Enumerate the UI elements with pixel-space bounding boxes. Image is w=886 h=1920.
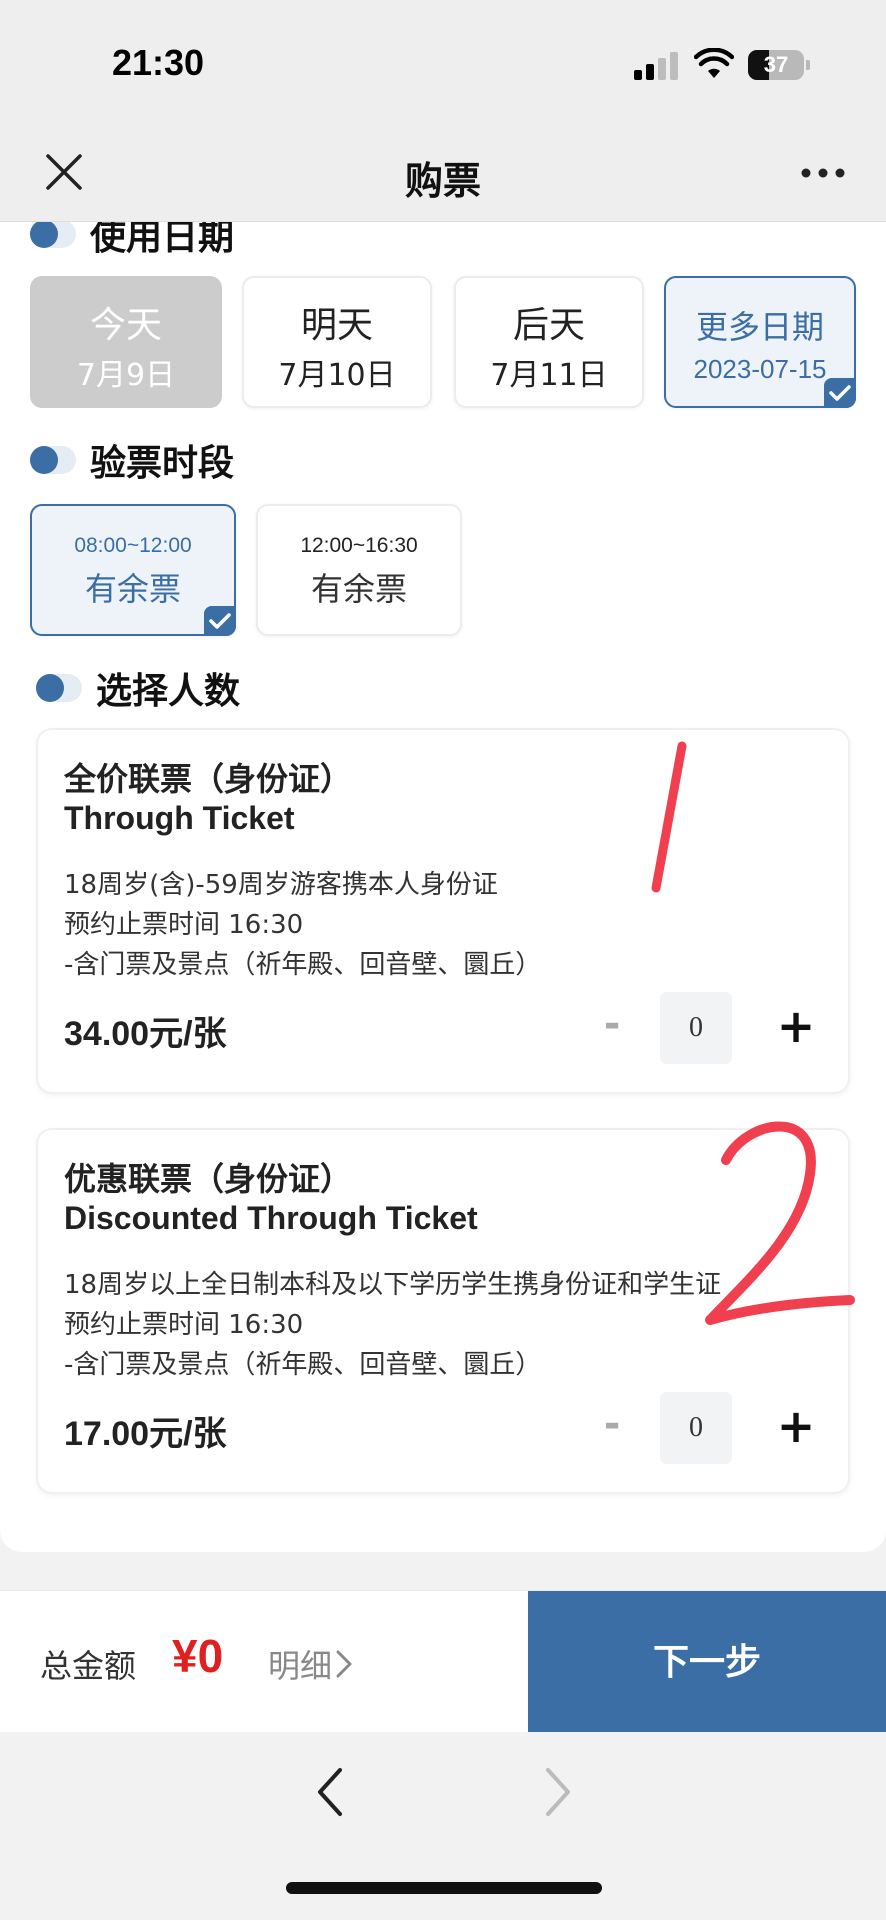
more-icon[interactable] <box>800 166 846 180</box>
ticket-name-en: Discounted Through Ticket <box>64 1200 478 1236</box>
check-icon <box>204 606 236 636</box>
nav-bar: 购票 <box>0 130 886 222</box>
wifi-icon <box>694 48 734 78</box>
date-option-date: 7月10日 <box>278 358 396 393</box>
total-label: 总金额 <box>40 1647 137 1685</box>
back-icon[interactable] <box>310 1764 350 1820</box>
slot-time: 12:00~16:30 <box>300 534 418 557</box>
battery-icon: 37 <box>748 50 810 80</box>
checkout-bar: 总金额 ¥0 明细 下一步 <box>0 1590 886 1733</box>
date-option-date: 7月11日 <box>490 358 608 393</box>
ticket-includes: -含门票及景点（祈年殿、回音壁、圜丘） <box>64 950 542 980</box>
ticket-requirement: 18周岁以上全日制本科及以下学历学生携身份证和学生证 <box>64 1270 722 1300</box>
toggle-icon <box>30 222 76 248</box>
increase-button[interactable]: + <box>768 1394 824 1458</box>
slot-section-title: 验票时段 <box>30 434 234 486</box>
ticket-name: 优惠联票（身份证） <box>64 1160 353 1198</box>
toggle-icon <box>30 446 76 474</box>
section-title-text: 使用日期 <box>90 222 235 258</box>
ticket-includes: -含门票及景点（祈年殿、回音壁、圜丘） <box>64 1350 542 1380</box>
signal-icon <box>634 52 680 80</box>
forward-icon <box>546 1768 570 1816</box>
ticket-cutoff: 预约止票时间 16:30 <box>64 1310 304 1340</box>
decrease-button[interactable]: - <box>584 994 640 1054</box>
ticket-cutoff: 预约止票时间 16:30 <box>64 910 304 940</box>
increase-button[interactable]: + <box>768 994 824 1058</box>
ticket-card-full-price: 全价联票（身份证） Through Ticket 18周岁(含)-59周岁游客携… <box>36 728 850 1094</box>
date-section-title: 使用日期 <box>30 222 234 260</box>
section-title-text: 验票时段 <box>90 443 235 484</box>
check-icon <box>824 378 856 408</box>
people-section-title: 选择人数 <box>36 662 240 714</box>
detail-label: 明细 <box>268 1647 333 1685</box>
chevron-right-icon <box>336 1650 352 1678</box>
ticket-requirement: 18周岁(含)-59周岁游客携本人身份证 <box>64 870 498 900</box>
ticket-name: 全价联票（身份证） <box>64 760 353 798</box>
date-option-label: 后天 <box>512 305 585 346</box>
battery-percentage: 37 <box>763 52 789 77</box>
detail-link[interactable]: 明细 <box>268 1641 354 1687</box>
slot-option-morning[interactable]: 08:00~12:00 有余票 <box>30 504 236 636</box>
section-title-text: 选择人数 <box>96 671 241 712</box>
home-indicator <box>286 1882 602 1894</box>
date-option-date: 7月9日 <box>76 358 176 393</box>
page-title: 购票 <box>404 159 481 203</box>
toggle-icon <box>36 674 82 702</box>
status-bar: 21:30 37 <box>0 0 886 130</box>
status-time: 21:30 <box>112 42 205 83</box>
total-amount: ¥0 <box>172 1630 224 1682</box>
date-option-more-dates[interactable]: 更多日期 2023-07-15 <box>664 276 856 408</box>
date-option-label: 今天 <box>89 305 162 346</box>
date-option-today: 今天 7月9日 <box>30 276 222 408</box>
ticket-price: 34.00元/张 <box>64 1015 227 1053</box>
next-step-button[interactable]: 下一步 <box>528 1591 886 1733</box>
decrease-button[interactable]: - <box>584 1394 640 1454</box>
slot-availability: 有余票 <box>84 570 181 608</box>
slot-option-afternoon[interactable]: 12:00~16:30 有余票 <box>256 504 462 636</box>
browser-nav-bar <box>0 1732 886 1920</box>
slot-time: 08:00~12:00 <box>74 534 192 557</box>
date-option-label: 明天 <box>300 305 373 346</box>
quantity-field[interactable]: 0 <box>660 1392 732 1464</box>
date-option-label: 更多日期 <box>695 308 824 346</box>
ticket-price: 17.00元/张 <box>64 1415 227 1453</box>
date-option-day-after[interactable]: 后天 7月11日 <box>454 276 644 408</box>
quantity-field[interactable]: 0 <box>660 992 732 1064</box>
ticket-name-en: Through Ticket <box>64 800 295 836</box>
content-panel: 使用日期 今天 7月9日 明天 7月10日 后天 7月11日 更多日期 2023… <box>0 222 886 1552</box>
date-option-tomorrow[interactable]: 明天 7月10日 <box>242 276 432 408</box>
ticket-card-discounted: 优惠联票（身份证） Discounted Through Ticket 18周岁… <box>36 1128 850 1494</box>
slot-availability: 有余票 <box>310 570 407 608</box>
